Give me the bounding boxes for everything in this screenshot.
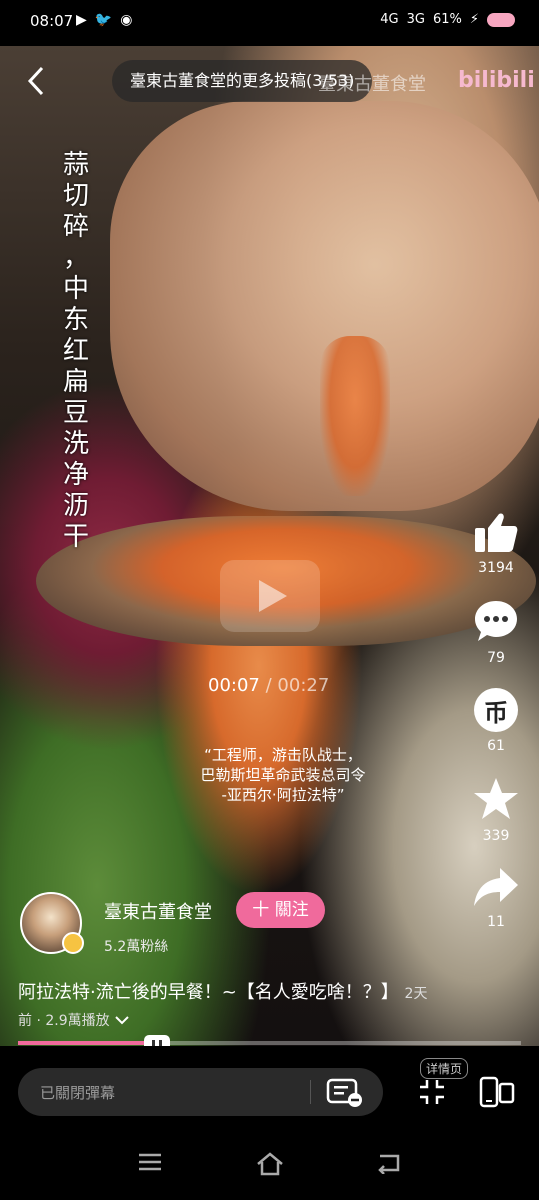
caption-char: 豆 <box>62 398 89 428</box>
caption-char: ， <box>62 243 89 273</box>
comment-count: 79 <box>487 650 505 666</box>
status-notification-icons: ▶ 🐦 ◉ <box>76 12 132 28</box>
caption-char: 蒜 <box>62 150 89 180</box>
favorite-button[interactable]: 339 <box>472 776 520 844</box>
network-3g: 3G <box>406 12 425 27</box>
danmaku-input[interactable]: 已關閉彈幕 <box>18 1068 383 1116</box>
current-time: 00:07 <box>208 675 260 696</box>
coin-button[interactable]: 币 61 <box>474 688 518 754</box>
like-button[interactable]: 3194 <box>473 510 519 576</box>
caption-char: 切 <box>62 181 89 211</box>
quote-line: 巴勒斯坦革命武装总司令 <box>200 766 366 784</box>
follow-button[interactable]: 十 關注 <box>236 892 325 928</box>
detail-page-tag[interactable]: 详情页 <box>420 1058 469 1079</box>
status-bar: 08:07 ▶ 🐦 ◉ 4G 3G 61% ⚡ <box>0 0 539 46</box>
danmaku-off-icon <box>326 1078 362 1107</box>
coin-icon: 币 <box>474 688 518 732</box>
follower-count: 5.2萬粉絲 <box>104 939 169 955</box>
caption-char: 碎 <box>62 212 89 242</box>
comment-button[interactable]: 79 <box>472 598 520 666</box>
video-description[interactable]: 阿拉法特·流亡後的早餐！~【名人愛吃啥！？】 2天前 · 2.9萬播放 <box>18 980 438 1034</box>
divider <box>310 1080 311 1104</box>
caption-char: 扁 <box>62 367 89 397</box>
thumbs-up-icon <box>475 513 518 552</box>
share-count: 11 <box>487 914 505 930</box>
video-timecode: 00:07 / 00:27 <box>208 675 329 696</box>
youtube-icon: ▶ <box>76 12 87 28</box>
rotate-screen-button[interactable] <box>478 1076 516 1112</box>
uploader-info: 臺東古董食堂 5.2萬粉絲 <box>20 892 212 956</box>
play-button[interactable] <box>220 560 320 632</box>
phone-rotate-icon <box>479 1076 515 1108</box>
channel-watermark: 臺東古董食堂 <box>318 74 426 95</box>
bilibili-status-icon <box>487 12 515 27</box>
battery-percent: 61% <box>432 12 462 27</box>
play-icon <box>259 580 287 612</box>
progress-bar[interactable] <box>18 1035 521 1052</box>
quote-line: -亚西尔·阿拉法特” <box>221 786 345 804</box>
caption-char: 洗 <box>62 429 89 459</box>
status-indicators: 4G 3G 61% ⚡ <box>380 12 515 27</box>
caption-char: 东 <box>62 305 89 335</box>
quote-caption: “工程师，游击队战士， 巴勒斯坦革命武装总司令 -亚西尔·阿拉法特” <box>168 745 398 805</box>
danmaku-toggle-button[interactable] <box>326 1078 364 1112</box>
chevron-down-icon[interactable] <box>115 1015 130 1025</box>
favorite-count: 339 <box>482 828 510 844</box>
home-button[interactable] <box>256 1152 284 1180</box>
caption-char: 干 <box>62 522 89 552</box>
like-count: 3194 <box>478 560 514 576</box>
verified-badge-icon <box>62 932 84 954</box>
menu-icon <box>139 1153 161 1171</box>
twitter-icon: 🐦 <box>94 12 113 28</box>
coin-count: 61 <box>487 738 505 754</box>
danmaku-placeholder: 已關閉彈幕 <box>40 1084 116 1102</box>
bilibili-logo: bilibili <box>458 68 535 93</box>
total-time: 00:27 <box>277 675 330 696</box>
caption-char: 中 <box>62 274 89 304</box>
fullscreen-button[interactable] <box>418 1078 446 1110</box>
back-button[interactable] <box>26 66 46 102</box>
falling-lentils-image <box>320 336 390 496</box>
caption-char: 红 <box>62 336 89 366</box>
subtitle-caption: 蒜 切 碎 ， 中 东 红 扁 豆 洗 净 沥 干 <box>56 150 96 553</box>
charging-icon: ⚡ <box>469 12 479 27</box>
return-icon <box>378 1154 400 1175</box>
back-nav-button[interactable] <box>376 1152 402 1178</box>
chevron-left-icon <box>27 66 44 96</box>
avatar[interactable] <box>20 892 84 954</box>
uploader-name[interactable]: 臺東古董食堂 <box>104 898 212 924</box>
home-icon <box>257 1152 283 1176</box>
caption-char: 沥 <box>62 491 89 521</box>
recents-button[interactable] <box>138 1152 162 1176</box>
share-button[interactable]: 11 <box>472 866 520 930</box>
share-arrow-icon <box>474 868 518 906</box>
action-column: 3194 79 币 61 339 11 <box>471 510 521 952</box>
system-nav-bar <box>0 1148 539 1188</box>
video-title: 阿拉法特·流亡後的早餐！~【名人愛吃啥！？】 <box>18 982 399 1003</box>
network-4g: 4G <box>380 12 399 27</box>
status-time: 08:07 <box>30 12 74 30</box>
quote-line: “工程师，游击队战士， <box>204 746 362 764</box>
comment-icon <box>475 601 517 641</box>
collapse-icon <box>420 1080 444 1104</box>
progress-fill <box>18 1041 149 1045</box>
caption-char: 净 <box>62 460 89 490</box>
time-separator: / <box>265 675 272 696</box>
hotspot-icon: ◉ <box>120 12 133 28</box>
star-icon <box>474 778 518 819</box>
